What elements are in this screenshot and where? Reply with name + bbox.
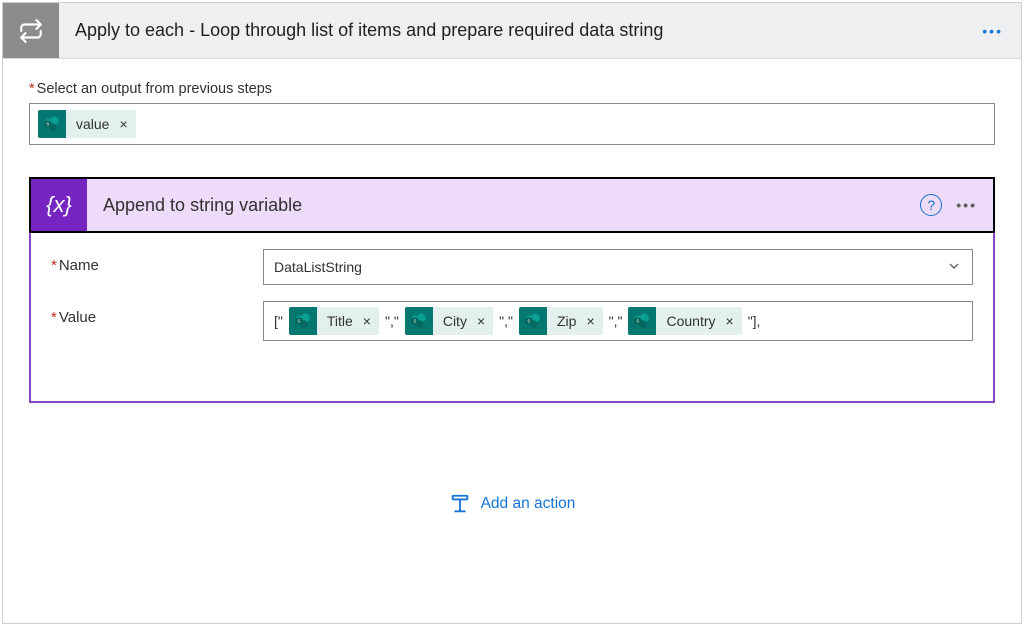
token-country[interactable]: S Country × bbox=[628, 307, 741, 335]
svg-text:S: S bbox=[637, 319, 640, 324]
svg-text:S: S bbox=[413, 319, 416, 324]
name-row: *Name DataListString bbox=[51, 249, 973, 285]
add-action-label: Add an action bbox=[481, 495, 576, 513]
required-star: * bbox=[29, 81, 35, 97]
chevron-down-icon bbox=[946, 258, 962, 277]
token-zip[interactable]: S Zip × bbox=[519, 307, 603, 335]
literal-sep: "," bbox=[383, 313, 401, 329]
token-remove[interactable]: × bbox=[363, 307, 379, 335]
loop-more-button[interactable]: ••• bbox=[964, 3, 1021, 58]
name-select[interactable]: DataListString bbox=[263, 249, 973, 285]
loop-title[interactable]: Apply to each - Loop through list of ite… bbox=[59, 3, 964, 58]
select-output-label: *Select an output from previous steps bbox=[29, 81, 995, 97]
add-action-button[interactable]: Add an action bbox=[29, 493, 995, 515]
token-remove[interactable]: × bbox=[119, 110, 135, 138]
select-output-input[interactable]: S value × bbox=[29, 103, 995, 145]
sharepoint-icon: S bbox=[38, 110, 66, 138]
append-variable-card: {x} Append to string variable ? ••• *Nam… bbox=[29, 177, 995, 403]
action-body: *Name DataListString *Value bbox=[31, 231, 993, 401]
variable-icon: {x} bbox=[31, 179, 87, 231]
literal-sep: "," bbox=[607, 313, 625, 329]
loop-body: *Select an output from previous steps S … bbox=[3, 59, 1021, 623]
literal-close: "], bbox=[746, 313, 763, 329]
required-star: * bbox=[51, 257, 57, 274]
token-remove[interactable]: × bbox=[586, 307, 602, 335]
sharepoint-icon: S bbox=[628, 307, 656, 335]
help-button[interactable]: ? bbox=[920, 194, 942, 216]
token-value[interactable]: S value × bbox=[38, 110, 136, 138]
svg-text:S: S bbox=[297, 319, 300, 324]
action-more-button[interactable]: ••• bbox=[956, 197, 977, 213]
token-remove[interactable]: × bbox=[726, 307, 742, 335]
action-title[interactable]: Append to string variable bbox=[87, 179, 904, 231]
add-action-icon bbox=[449, 493, 471, 515]
required-star: * bbox=[51, 309, 57, 326]
value-row: *Value [" S Title × "," S bbox=[51, 301, 973, 341]
name-label: *Name bbox=[51, 249, 251, 274]
sharepoint-icon: S bbox=[519, 307, 547, 335]
svg-text:S: S bbox=[527, 319, 530, 324]
token-remove[interactable]: × bbox=[477, 307, 493, 335]
literal-open: [" bbox=[272, 313, 285, 329]
loop-icon bbox=[3, 3, 59, 58]
loop-header: Apply to each - Loop through list of ite… bbox=[3, 3, 1021, 59]
svg-text:S: S bbox=[46, 122, 49, 127]
value-label: *Value bbox=[51, 301, 251, 326]
token-city[interactable]: S City × bbox=[405, 307, 493, 335]
value-input[interactable]: [" S Title × "," S City × bbox=[263, 301, 973, 341]
apply-to-each-card: Apply to each - Loop through list of ite… bbox=[2, 2, 1022, 624]
token-title[interactable]: S Title × bbox=[289, 307, 379, 335]
sharepoint-icon: S bbox=[289, 307, 317, 335]
token-label: value bbox=[66, 110, 119, 138]
sharepoint-icon: S bbox=[405, 307, 433, 335]
name-value: DataListString bbox=[274, 259, 362, 275]
action-header[interactable]: {x} Append to string variable ? ••• bbox=[29, 177, 995, 233]
literal-sep: "," bbox=[497, 313, 515, 329]
